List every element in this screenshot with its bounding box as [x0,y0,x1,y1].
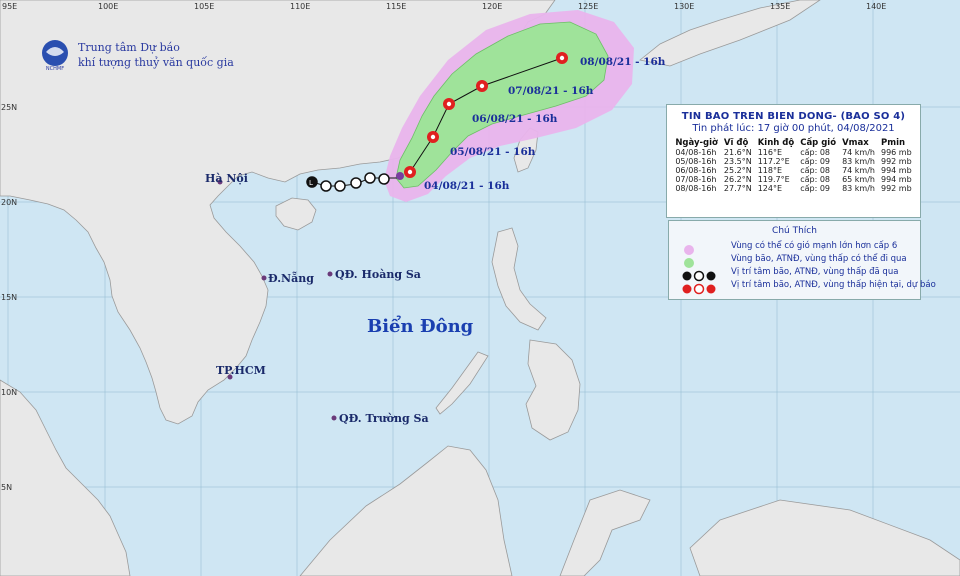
legend-item: Vị trí tâm bão, ATNĐ, vùng thấp đã qua [681,267,898,282]
table-cell: 74 km/h [842,166,875,175]
lon-tick: 110E [290,2,311,11]
table-cell: 119.7°E [757,175,790,184]
lon-tick: 125E [578,2,599,11]
current-low-marker [396,172,404,180]
table-cell: 83 km/h [842,184,875,193]
lat-tick: 5N [1,483,13,492]
table-header: Vĩ độ [723,138,749,148]
lon-tick: 95E [2,2,18,11]
legend-item: Vị trí tâm bão, ATNĐ, vùng thấp hiện tại… [681,280,936,295]
bulletin-title: TIN BAO TREN BIEN DONG- (BAO SO 4) [681,111,906,122]
table-cell: 27.7°N [723,184,752,193]
lon-tick: 135E [770,2,791,11]
table-cell: 65 km/h [842,175,875,184]
lon-tick: 130E [674,2,695,11]
lon-tick: 100E [98,2,119,11]
lat-tick: 10N [1,388,18,397]
danang-label: Đ.Nẵng [268,272,314,285]
hoangsa-dot [327,271,333,277]
lon-tick: 140E [866,2,887,11]
forecast-label: 04/08/21 - 16h [424,180,510,192]
bulletin-panel: TIN BAO TREN BIEN DONG- (BAO SO 4) Tin p… [666,104,921,218]
svg-text:L: L [309,179,313,187]
table-cell: 116°E [757,148,783,157]
table-row: 08/08-16h 27.7°N 124°E cấp: 09 83 km/h 992 mb [672,184,914,193]
table-row: 05/08-16h 23.5°N 117.2°E cấp: 09 83 km/h 992 … [672,157,914,166]
lon-tick: 120E [482,2,503,11]
table-cell: 08/08-16h [675,184,717,193]
table-cell: 118°E [757,166,783,175]
table-cell: 23.5°N [723,157,752,166]
table-cell: cấp: 09 [800,184,830,193]
organization-line1: Trung tâm Dự báo [78,41,180,54]
bulletin-table: Ngày-giờ Vĩ độ Kinh độ Cấp gió Vmax Pmin… [672,138,914,193]
table-cell: 04/08-16h [675,148,717,157]
nchmf-logo-icon: NCHMF [42,40,68,72]
organization-line2: khí tượng thuỷ văn quốc gia [78,56,234,69]
legend-text: Vị trí tâm bão, ATNĐ, vùng thấp hiện tại… [731,280,936,290]
forecast-label: 05/08/21 - 16h [450,146,536,158]
table-cell: 07/08-16h [675,175,717,184]
table-cell: cấp: 08 [800,166,830,175]
table-cell: cấp: 08 [800,175,830,184]
table-row: 07/08-16h 26.2°N 119.7°E cấp: 08 65 km/h 994 … [672,175,914,184]
table-cell: 26.2°N [723,175,752,184]
hoangsa-label: QĐ. Hoàng Sa [335,268,421,281]
table-cell: 05/08-16h [675,157,717,166]
legend-item: Vùng bão, ATNĐ, vùng thấp có thể đi qua [681,254,907,268]
forecast-label: 06/08/21 - 16h [472,113,558,125]
lat-tick: 25N [1,103,18,112]
tphcm-label: TP.HCM [216,364,266,377]
organization-name: Trung tâm Dự báo khí tượng thuỷ văn quốc… [78,40,234,70]
forecast-label: 07/08/21 - 16h [508,85,594,97]
table-header: Kinh độ [757,138,795,148]
legend-text: Vùng có thể có gió mạnh lớn hơn cấp 6 [731,241,898,251]
table-cell: 992 mb [880,184,912,193]
table-cell: 83 km/h [842,157,875,166]
table-cell: 74 km/h [842,148,875,157]
bulletin-issued: Tin phát lúc: 17 giờ 00 phút, 04/08/2021 [692,123,895,134]
table-cell: 06/08-16h [675,166,717,175]
table-header: Ngày-giờ [675,138,718,148]
table-cell: 117.2°E [757,157,790,166]
legend-panel: Chú Thích Vùng có thể có gió mạnh lớn hơ… [668,220,936,300]
table-cell: 996 mb [880,148,912,157]
table-cell: 124°E [757,184,783,193]
table-header: Pmin [880,138,906,148]
lat-tick: 20N [1,198,18,207]
table-row: 04/08-16h 21.6°N 116°E cấp: 08 74 km/h 996 mb [672,148,914,157]
table-header-row: Ngày-giờ Vĩ độ Kinh độ Cấp gió Vmax Pmin [672,138,914,148]
table-header: Vmax [842,138,869,148]
truongsa-label: QĐ. Trường Sa [339,412,429,425]
table-row: 06/08-16h 25.2°N 118°E cấp: 08 74 km/h 994 mb [672,166,914,175]
table-cell: cấp: 09 [800,157,830,166]
table-header: Cấp gió [800,138,837,148]
table-cell: 25.2°N [723,166,752,175]
table-cell: 994 mb [880,175,912,184]
current-position-icons [682,283,716,295]
bien-dong-label: Biển Đông [367,316,474,337]
table-cell: cấp: 08 [800,148,830,157]
table-cell: 992 mb [880,157,912,166]
truongsa-dot [331,415,337,421]
logo-text: NCHMF [46,66,64,72]
lat-tick: 15N [1,293,18,302]
legend-text: Vùng bão, ATNĐ, vùng thấp có thể đi qua [731,254,907,264]
forecast-label: 08/08/21 - 16h [580,56,666,68]
danang-dot [261,275,267,281]
table-cell: 994 mb [880,166,912,175]
legend-text: Vị trí tâm bão, ATNĐ, vùng thấp đã qua [731,267,899,277]
lon-tick: 105E [194,2,215,11]
legend-item: Vùng có thể có gió mạnh lớn hơn cấp 6 [681,241,897,255]
table-cell: 21.6°N [723,148,752,157]
legend-title: Chú Thích [772,226,817,236]
hanoi-label: Hà Nội [205,172,248,185]
lon-tick: 115E [386,2,407,11]
